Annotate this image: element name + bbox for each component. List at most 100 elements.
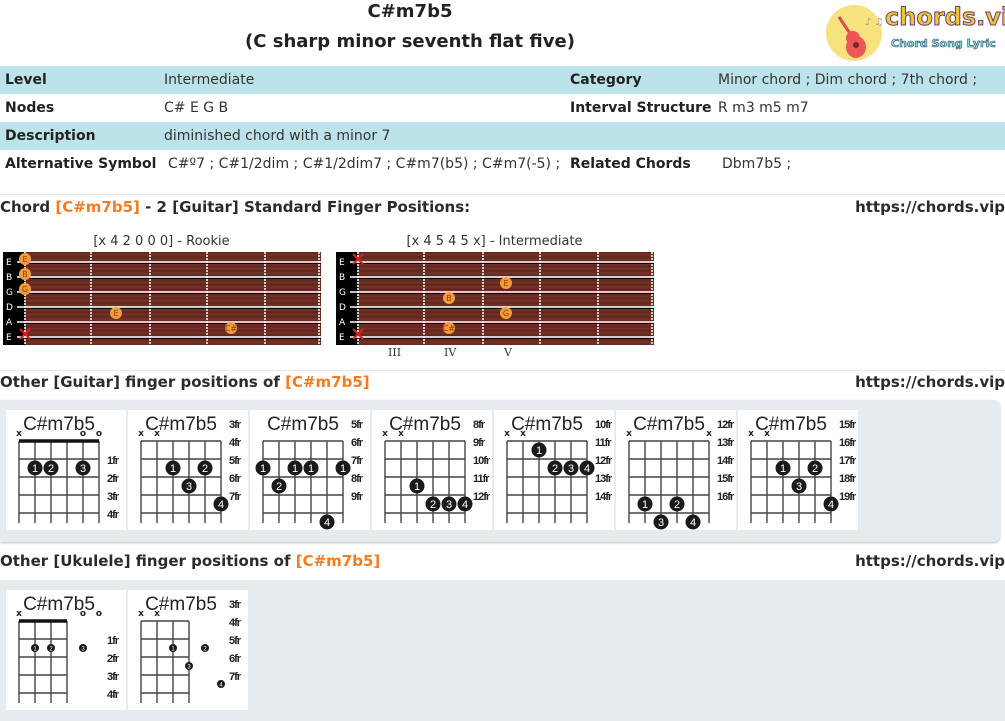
chord-diagram-card[interactable]: C#m7b5 x x 3fr 4fr 5fr 6fr 7fr 1 2 3 4 [128,590,248,710]
site-link[interactable]: https://chords.vip [855,198,1005,216]
wood-grain [358,254,654,256]
finger-number: 3 [186,481,192,493]
divider [0,370,1005,371]
site-logo[interactable]: ♪ ♫ chords.vip Chord Song Lyric [825,3,1005,61]
alt-symbol-value: C#º7 ; C#1/2dim ; C#1/2dim7 ; C#m7(b5) ;… [168,156,561,172]
wood-grain [25,281,321,283]
wood-grain [358,302,654,304]
string-name-label: D [339,303,346,313]
level-value: Intermediate [164,72,255,88]
heading-chord-link[interactable]: [C#m7b5] [55,198,140,216]
fret-number-label: 7fr [229,671,242,683]
fret-number-label: 6fr [229,473,242,485]
wood-grain [25,270,321,272]
wood-grain [25,327,321,329]
string-name-label: E [339,258,345,268]
fret-number-label: 12fr [595,455,613,467]
muted-string-icon: x [16,429,22,439]
chord-diagram-card[interactable]: C#m7b5 x o o 1fr 2fr 3fr 4fr 1 2 3 [6,410,126,530]
chord-diagram-card[interactable]: C#m7b5 x x 3fr 4fr 5fr 6fr 7fr 1 2 3 4 [128,410,248,530]
site-link[interactable]: https://chords.vip [855,373,1005,391]
muted-string-icon: x [138,429,144,439]
fret-number-label: 12fr [717,419,735,431]
wood-grain [358,330,654,332]
chord-diagram-card[interactable]: C#m7b5 x x 10fr 11fr 12fr 13fr 14fr 1 2 3 4 [494,410,614,530]
wood-grain [25,341,321,343]
wood-grain [25,300,321,302]
wood-grain [358,265,654,267]
guitar-diagram-panel: C#m7b5 x o o 1fr 2fr 3fr 4fr 1 2 3 C#m7b5 x x 3fr 4fr 5f… [0,400,1000,542]
muted-string-icon: x [626,429,632,439]
logo-tagline: Chord Song Lyric [891,37,996,51]
fret-number-label: 13fr [717,437,735,449]
open-string-icon: o [96,609,102,619]
standard-heading: Chord [C#m7b5] - 2 [Guitar] Standard Fin… [0,198,470,216]
wood-grain [25,316,321,318]
note-label: B [446,294,452,303]
chord-diagram-card[interactable]: C#m7b5 x x 15fr 16fr 17fr 18fr 19fr 1 2 3 4 [738,410,858,530]
fret-marker-label: III [388,346,402,359]
info-row-level: Level Intermediate Category Minor chord … [0,66,1005,94]
note-label: E [113,309,118,318]
wood-grain [25,334,321,336]
fretboard-title: [x 4 2 0 0 0] - Rookie [93,234,230,249]
note-label: G [22,285,28,294]
wood-grain [358,300,654,302]
wood-grain [358,332,654,334]
guitar-other-heading: Other [Guitar] finger positions of [C#m7… [0,373,370,391]
fret-number-label: 14fr [717,455,735,467]
fret-number-label: 3fr [229,599,242,611]
fret-number-label: 3fr [229,419,242,431]
heading-chord-link[interactable]: [C#m7b5] [296,552,381,570]
wood-grain [25,288,321,290]
wood-grain [25,309,321,311]
open-string-icon: o [80,609,86,619]
wood-grain [25,314,321,316]
finger-number: 4 [584,463,590,475]
wood-grain [25,330,321,332]
finger-number: 2 [276,481,282,493]
wood-grain [358,341,654,343]
fret-number-label: 4fr [107,509,120,521]
alt-symbol-label: Alternative Symbol [5,156,157,172]
chord-diagram-card[interactable]: C#m7b5 x x 8fr 9fr 10fr 11fr 12fr 1 2 3 4 [372,410,492,530]
wood-grain [25,302,321,304]
wood-grain [358,272,654,274]
chord-diagram-card[interactable]: C#m7b5 x o o 1fr 2fr 3fr 4fr 1 2 3 [6,590,126,710]
muted-string-icon: x [520,429,526,439]
fret-marker-label: V [504,346,512,359]
finger-number: 2 [812,463,818,475]
fret-number-label: 7fr [351,455,364,467]
wood-grain [25,298,321,299]
fret-number-label: 1fr [107,455,120,467]
chord-diagram: C#m7b5x o o1fr2fr3fr4fr1 2 3 [16,594,121,703]
wood-grain [25,295,321,297]
category-value: Minor chord ; Dim chord ; 7th chord ; [718,72,978,88]
wood-grain [25,318,321,320]
fret-number-label: 3fr [107,671,120,683]
wood-grain [25,272,321,274]
muted-string-icon: x [504,429,510,439]
fret-number-label: 16fr [839,437,857,449]
heading-chord-link[interactable]: [C#m7b5] [285,373,370,391]
fret-number-label: 6fr [229,653,242,665]
finger-number: 1 [170,463,176,475]
ukulele-diagram-panel: C#m7b5 x o o 1fr 2fr 3fr 4fr 1 2 3 C#m7b5 x x 3fr 4fr 5f… [0,580,1005,721]
interval-value: R m3 m5 m7 [718,100,809,116]
interval-label: Interval Structure [570,100,712,116]
chord-diagram: C#m7b5x o o1fr2fr3fr4fr1 2 3 [16,414,121,523]
finger-number: 3 [80,463,86,475]
chord-diagram-card[interactable]: C#m7b5 5fr 6fr 7fr 8fr 9fr 1 1 1 1 2 4 [250,410,370,530]
wood-grain [358,304,654,306]
site-link[interactable]: https://chords.vip [855,552,1005,570]
fret-number-label: 16fr [717,491,735,503]
wood-grain [25,304,321,306]
chord-diagram: C#m7b5x x15fr16fr17fr18fr19fr1 234 [748,414,858,523]
note-label: E [503,279,508,288]
string-name-label: G [339,288,346,298]
wood-grain [25,332,321,334]
chord-full-name: (C sharp minor seventh flat five) [245,31,575,52]
chord-diagram-card[interactable]: C#m7b5 x x 12fr 13fr 14fr 15fr 16fr 1 2 3 4 [616,410,736,530]
finger-number: 3 [796,481,802,493]
muted-string-icon: x [706,429,712,439]
